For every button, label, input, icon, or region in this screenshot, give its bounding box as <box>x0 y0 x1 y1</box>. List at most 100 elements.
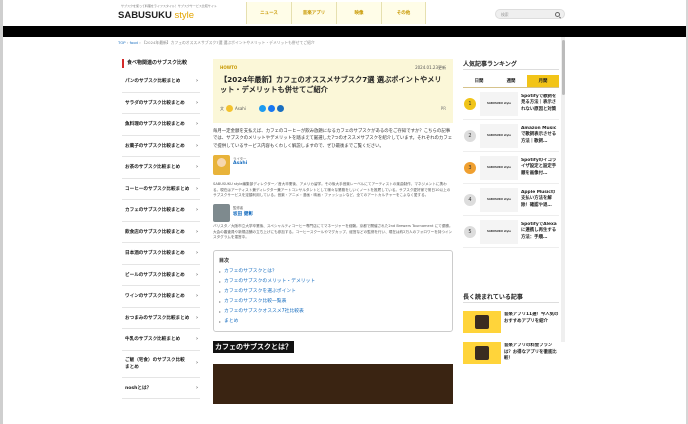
chevron-right-icon: › <box>195 121 198 128</box>
article-title: 【2024年最新】カフェのオススメサブスク7選 選ぶポイントやメリット・デメリッ… <box>220 75 442 94</box>
toc-item[interactable]: ▸ カフェのサブスクを選ぶポイント <box>219 287 447 297</box>
toc-item-label: カフェのサブスク比較一覧表 <box>224 298 287 304</box>
thumbnail: SABUSUKU style <box>480 187 518 212</box>
sidebar-item-label: 飲食店のサブスク比較まとめ <box>125 229 185 235</box>
author-label: 文 <box>220 105 224 111</box>
tab-monthly[interactable]: 月間 <box>527 75 559 87</box>
chevron-right-icon: › <box>195 99 198 106</box>
sidebar-item-nosh[interactable]: noshとは？ › <box>122 378 200 399</box>
toc-item-label: カフェのサブスクを選ぶポイント <box>224 288 296 294</box>
sidebar-item-sake[interactable]: 日本酒のサブスク比較まとめ › <box>122 243 200 265</box>
thumbnail-figure <box>475 346 489 360</box>
breadcrumb-current: 【2024年最新】カフェのオススメサブスク7選 選ぶポイントやメリット・デメリッ… <box>141 40 315 45</box>
chevron-right-icon: › <box>195 78 198 85</box>
sidebar-item-meal-delivery[interactable]: ご飯（宅食）のサブスク比較まとめ › <box>122 351 200 378</box>
toc-item[interactable]: ▸ カフェのサブスクオススメ7社比較表 <box>219 307 447 317</box>
ranking-item[interactable]: 1 SABUSUKU style Spotifyで歌詞を見る方法｜表示されない原… <box>463 88 559 120</box>
nav-item-video[interactable]: 映像 <box>336 2 381 24</box>
sidebar-item-label: コーヒーのサブスク比較まとめ <box>125 186 190 192</box>
sidebar-item-label: noshとは？ <box>125 385 152 391</box>
search-icon[interactable] <box>555 11 560 17</box>
writer-box: ライター Asahi <box>213 155 453 182</box>
thumbnail: SABUSUKU style <box>480 123 518 148</box>
author-name[interactable]: Asahi <box>235 106 246 111</box>
toc-item[interactable]: ▸ カフェのサブスク比較一覧表 <box>219 297 447 307</box>
breadcrumb-category[interactable]: food <box>130 40 138 45</box>
toc-item[interactable]: ▸ カフェのサブスクとは？ <box>219 267 447 277</box>
toc-item-label: まとめ <box>224 318 239 324</box>
scrollbar-thumb[interactable] <box>561 40 565 95</box>
bullet-icon: ▸ <box>219 298 222 304</box>
ranking-item-title: Apple Musicの支払い方法を解除！確認や退… <box>521 189 556 208</box>
chevron-right-icon: › <box>195 164 198 171</box>
toc-item[interactable]: ▸ カフェのサブスクのメリット・デメリット <box>219 277 447 287</box>
bullet-icon: ▸ <box>219 288 222 294</box>
sidebar-item-label: お菓子のサブスク比較まとめ <box>125 143 185 149</box>
breadcrumb: TOP › food › 【2024年最新】カフェのオススメサブスク7選 選ぶポ… <box>118 40 315 46</box>
chevron-right-icon: › <box>195 142 198 149</box>
long-read-item[interactable]: 音楽アプリ11選！今人気のおすすめアプリを紹介 <box>463 308 559 336</box>
breadcrumb-separator: › <box>126 40 129 45</box>
sidebar-item-label: おつまみのサブスク比較まとめ <box>125 315 190 321</box>
sidebar-item-salad[interactable]: サラダのサブスク比較まとめ › <box>122 93 200 114</box>
sidebar-item-milk[interactable]: 牛乳のサブスク比較まとめ › <box>122 329 200 351</box>
section-image <box>213 363 453 404</box>
site-logo[interactable]: SABUSUKU style <box>118 10 194 21</box>
sidebar-item-snacks[interactable]: おつまみのサブスク比較まとめ › <box>122 308 200 329</box>
search-input[interactable]: 検索 <box>501 12 509 18</box>
article: HOWTO 2024.01.23更新 【2024年最新】カフェのオススメサブスク… <box>213 59 453 424</box>
article-category[interactable]: HOWTO <box>220 65 446 70</box>
ranking-item-title: Spotifyのイコライザ設定と設定手順を画像付… <box>521 157 557 176</box>
breadcrumb-separator: › <box>139 40 141 45</box>
sidebar-item-label: ビールのサブスク比較まとめ <box>125 272 185 278</box>
supervisor-name[interactable]: 坂田 健彰 <box>233 211 253 217</box>
facebook-icon[interactable] <box>268 104 275 112</box>
sidebar-item-beer[interactable]: ビールのサブスク比較まとめ › <box>122 265 200 286</box>
search-box[interactable]: 検索 <box>495 9 565 19</box>
logo-accent: style <box>174 10 195 21</box>
toc-title: 目次 <box>219 257 230 264</box>
ranking-item[interactable]: 2 SABUSUKU style Amazon Musicで歌詞表示させる方法｜… <box>463 120 559 152</box>
browser-window: サブスクを使って料理をライフスタイル！サブスクサービス比較サイト SABUSUK… <box>0 0 688 424</box>
rank-number: 1 <box>464 97 476 110</box>
ranking-item[interactable]: 5 SABUSUKU style SpotifyでAlexaに連携し再生する方法… <box>463 216 559 248</box>
writer-name[interactable]: Asahi <box>233 161 247 166</box>
chevron-right-icon: › <box>195 360 198 366</box>
bullet-icon: ▸ <box>219 308 222 314</box>
sidebar-item-label: カフェのサブスク比較まとめ <box>125 208 185 214</box>
sidebar-item-label: 牛乳のサブスク比較まとめ <box>125 337 181 343</box>
scrollbar[interactable] <box>561 37 565 342</box>
sidebar-item-fish[interactable]: 魚料理のサブスク比較まとめ › <box>122 114 200 136</box>
sidebar-item-bread[interactable]: パンのサブスク比較まとめ › <box>122 71 200 93</box>
right-sidebar: 人気記事ランキング 日間 週間 月間 1 SABUSUKU style Spot… <box>463 59 559 367</box>
ranking-item[interactable]: 4 SABUSUKU style Apple Musicの支払い方法を解除！確認… <box>463 184 559 216</box>
nav-item-news[interactable]: ニュース <box>246 2 291 24</box>
nav-item-other[interactable]: その他 <box>381 2 426 24</box>
rank-number: 4 <box>464 193 476 206</box>
thumbnail: SABUSUKU style <box>480 155 518 180</box>
thumbnail <box>463 311 501 333</box>
writer-avatar <box>213 155 230 176</box>
long-read-item[interactable]: 音楽アプリの料金プランは？お得なアプリを徹底比較！ <box>463 339 559 367</box>
sidebar-item-wine[interactable]: ワインのサブスク比較まとめ › <box>122 286 200 308</box>
tab-daily[interactable]: 日間 <box>463 75 495 87</box>
ranking-item[interactable]: 3 SABUSUKU style Spotifyのイコライザ設定と設定手順を画像… <box>463 152 559 184</box>
twitter-icon[interactable] <box>259 104 266 112</box>
sidebar-item-cafe[interactable]: カフェのサブスク比較まとめ › <box>122 200 200 222</box>
sidebar-item-restaurant[interactable]: 飲食店のサブスク比較まとめ › <box>122 222 200 243</box>
left-sidebar-title: 食べ物関連のサブスク比較 <box>122 59 200 68</box>
article-lead: 毎月一定金額を支払えば、カフェのコーヒーが飲み放題になるカフェのサブスクがあるの… <box>213 129 453 149</box>
bookmark-icon[interactable] <box>277 104 284 112</box>
toc-item[interactable]: ▸ まとめ <box>219 317 447 327</box>
tab-weekly[interactable]: 週間 <box>495 75 527 87</box>
nav-item-music-apps[interactable]: 音楽アプリ <box>291 2 336 24</box>
sidebar-item-label: サラダのサブスク比較まとめ <box>125 100 185 106</box>
sidebar-item-tea[interactable]: お茶のサブスク比較まとめ › <box>122 157 200 179</box>
sidebar-item-coffee[interactable]: コーヒーのサブスク比較まとめ › <box>122 179 200 200</box>
sidebar-item-sweets[interactable]: お菓子のサブスク比較まとめ › <box>122 136 200 157</box>
article-date: 2024.01.23更新 <box>415 65 446 70</box>
thumbnail: SABUSUKU style <box>480 219 518 244</box>
breadcrumb-home[interactable]: TOP <box>118 40 126 45</box>
chevron-right-icon: › <box>195 228 198 235</box>
chevron-right-icon: › <box>195 336 198 343</box>
